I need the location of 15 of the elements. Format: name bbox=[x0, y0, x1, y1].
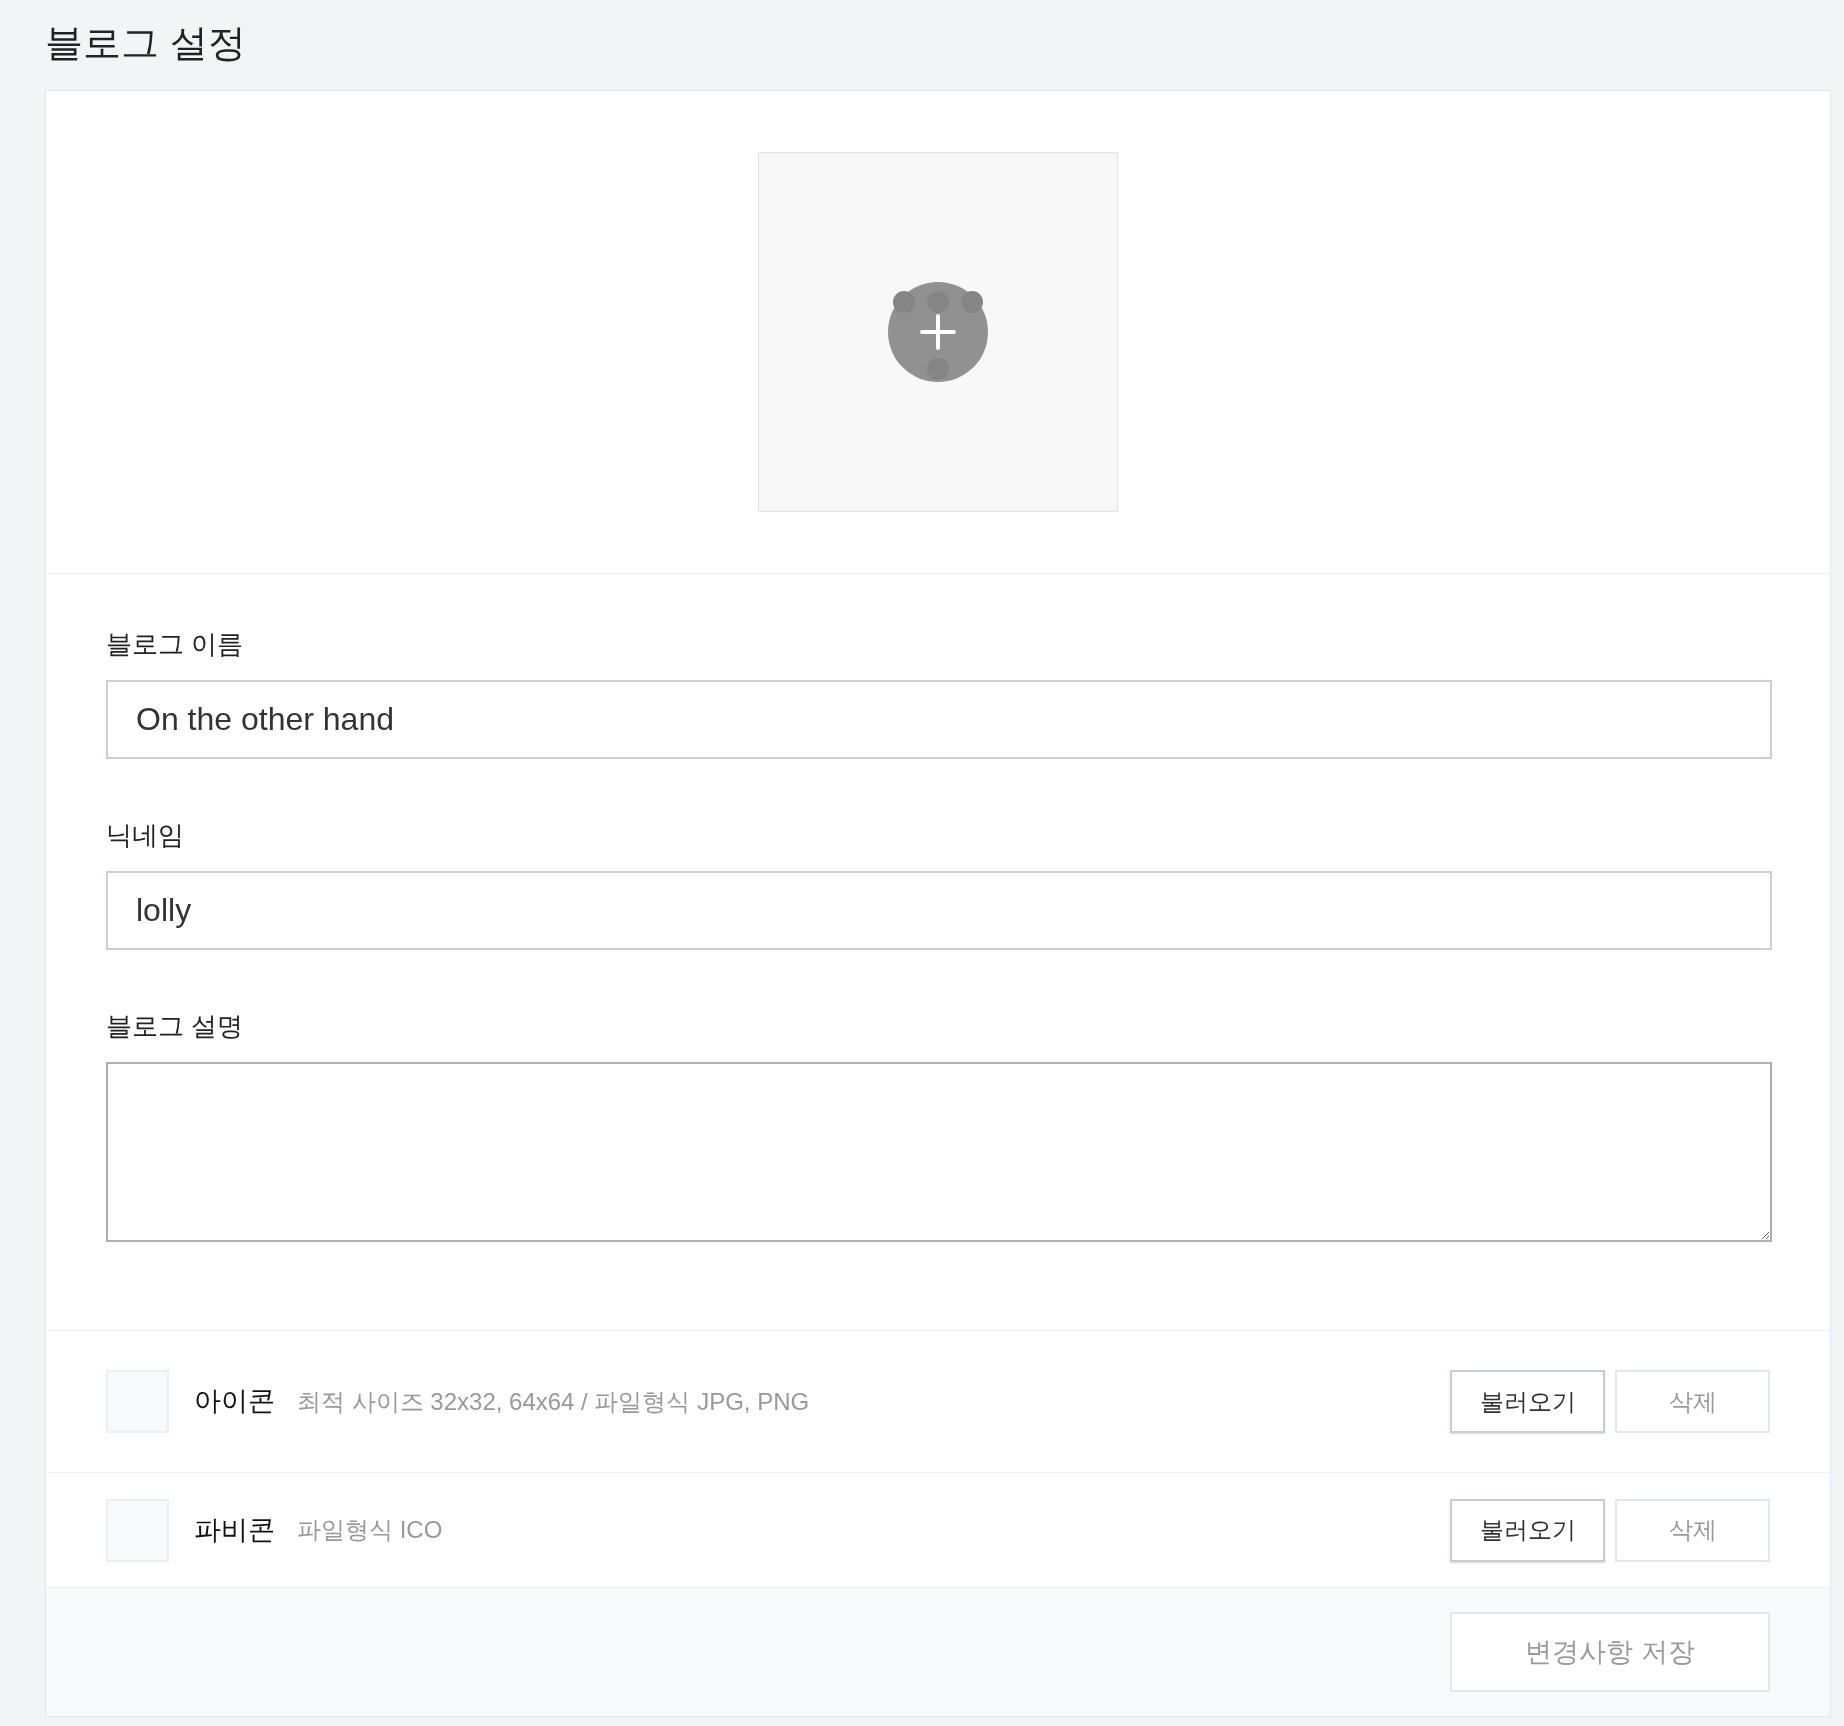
add-image-icon[interactable] bbox=[888, 282, 988, 382]
row-label: 아이콘 bbox=[194, 1385, 275, 1419]
text-field[interactable]: lolly bbox=[106, 871, 1772, 950]
description-field[interactable] bbox=[106, 1062, 1772, 1242]
row-hint: 파일형식 ICO bbox=[297, 1515, 443, 1545]
file-button[interactable]: 불러오기 bbox=[1450, 1498, 1605, 1562]
image-upload-area[interactable] bbox=[758, 152, 1118, 512]
field-label: 블로그 설명 bbox=[106, 1010, 245, 1043]
file-button[interactable]: 불러오기 bbox=[1450, 1370, 1605, 1433]
text-field[interactable]: On the other hand bbox=[106, 680, 1772, 759]
field-label: 닉네임 bbox=[106, 819, 185, 852]
field-label: 블로그 이름 bbox=[106, 628, 245, 661]
row-hint: 최적 사이즈 32x32, 64x64 / 파일형식 JPG, PNG bbox=[297, 1386, 810, 1417]
row-label: 파비콘 bbox=[194, 1513, 275, 1547]
page-title: 블로그 설정 bbox=[45, 21, 247, 66]
